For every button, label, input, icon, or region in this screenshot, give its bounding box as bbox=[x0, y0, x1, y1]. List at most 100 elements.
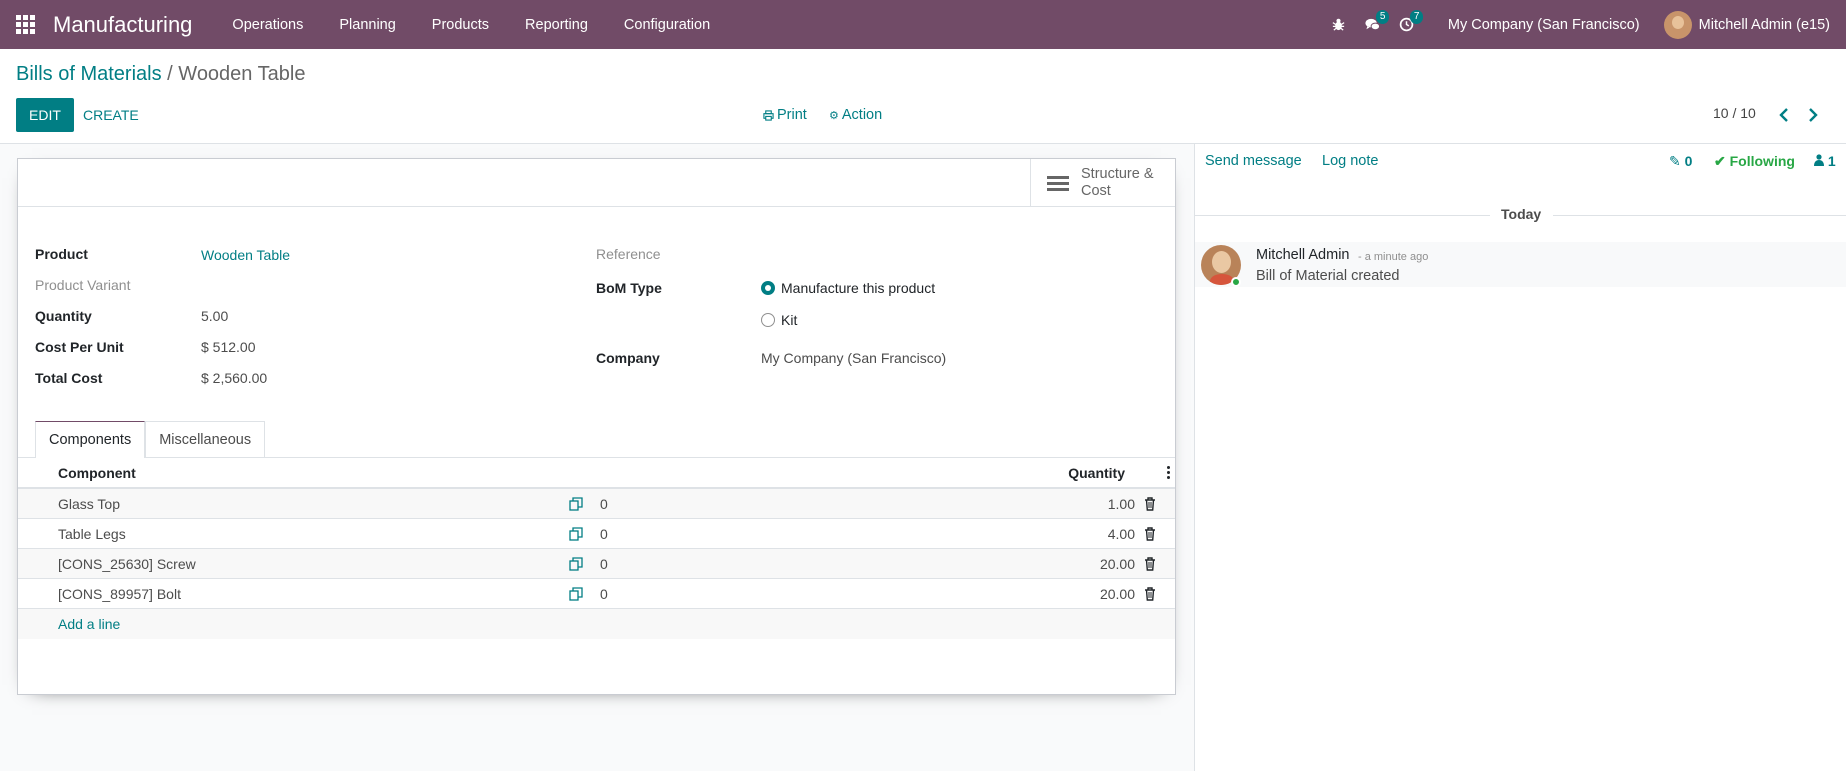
reference-label: Reference bbox=[596, 246, 661, 262]
table-row[interactable]: [CONS_89957] Bolt 0 20.00 bbox=[18, 579, 1175, 609]
trash-icon[interactable] bbox=[1144, 527, 1156, 541]
menu-reporting[interactable]: Reporting bbox=[507, 17, 606, 33]
component-quantity: 1.00 bbox=[1107, 495, 1135, 512]
check-icon: ✔ bbox=[1714, 153, 1726, 169]
chevron-left-icon bbox=[1779, 108, 1788, 122]
date-separator: Today bbox=[1195, 206, 1846, 222]
company-value[interactable]: My Company (San Francisco) bbox=[761, 350, 946, 366]
following-button[interactable]: ✔ Following bbox=[1714, 153, 1795, 170]
chatter: Send message Log note ✎ 0 ✔ Following 1 … bbox=[1194, 144, 1846, 771]
bars-icon bbox=[1047, 173, 1069, 194]
bom-type-manufacture-label[interactable]: Manufacture this product bbox=[781, 280, 935, 296]
column-component[interactable]: Component bbox=[58, 465, 136, 481]
component-operation: 0 bbox=[600, 585, 608, 602]
table-row[interactable]: [CONS_25630] Screw 0 20.00 bbox=[18, 549, 1175, 579]
copy-icon[interactable] bbox=[569, 557, 583, 571]
send-message-button[interactable]: Send message bbox=[1205, 153, 1302, 169]
quantity-label: Quantity bbox=[35, 308, 92, 324]
product-value[interactable]: Wooden Table bbox=[201, 247, 290, 263]
trash-icon[interactable] bbox=[1144, 587, 1156, 601]
cost-per-unit-label: Cost Per Unit bbox=[35, 339, 124, 355]
company-switcher[interactable]: My Company (San Francisco) bbox=[1424, 17, 1664, 33]
component-operation: 0 bbox=[600, 495, 608, 512]
message-body: Bill of Material created bbox=[1256, 268, 1400, 284]
gear-icon: ⚙ bbox=[829, 109, 839, 122]
menu-operations[interactable]: Operations bbox=[214, 17, 321, 33]
following-label: Following bbox=[1729, 153, 1795, 169]
product-label: Product bbox=[35, 246, 88, 262]
table-row[interactable]: Glass Top 0 1.00 bbox=[18, 489, 1175, 519]
messages-badge: 5 bbox=[1375, 10, 1390, 24]
trash-icon[interactable] bbox=[1144, 497, 1156, 511]
apps-menu-icon[interactable] bbox=[0, 0, 50, 49]
component-quantity: 20.00 bbox=[1099, 585, 1135, 602]
button-box: Structure & Cost bbox=[18, 159, 1175, 207]
bom-type-manufacture-radio[interactable] bbox=[761, 281, 775, 295]
activities-badge: 7 bbox=[1409, 10, 1424, 24]
structure-cost-button[interactable]: Structure & Cost bbox=[1030, 159, 1175, 207]
edit-button[interactable]: EDIT bbox=[16, 98, 74, 132]
online-status-icon bbox=[1231, 277, 1241, 287]
tab-miscellaneous[interactable]: Miscellaneous bbox=[145, 421, 266, 458]
table-header: Component Quantity bbox=[18, 458, 1175, 489]
copy-icon[interactable] bbox=[569, 587, 583, 601]
structure-cost-label: Structure & Cost bbox=[1081, 166, 1154, 199]
messages-icon[interactable]: 5 bbox=[1356, 0, 1390, 49]
user-menu[interactable]: Mitchell Admin (e15) bbox=[1663, 10, 1846, 39]
quantity-value: 5.00 bbox=[201, 308, 229, 324]
component-name: [CONS_89957] Bolt bbox=[58, 585, 181, 602]
print-icon bbox=[763, 109, 774, 121]
trash-icon[interactable] bbox=[1144, 557, 1156, 571]
optional-columns-icon[interactable] bbox=[1167, 466, 1171, 481]
component-quantity: 20.00 bbox=[1099, 555, 1135, 572]
component-name: Glass Top bbox=[58, 495, 120, 512]
debug-bug-icon[interactable] bbox=[1322, 0, 1356, 49]
component-name: Table Legs bbox=[58, 525, 126, 542]
app-name[interactable]: Manufacturing bbox=[50, 12, 214, 38]
create-button[interactable]: CREATE bbox=[83, 98, 139, 132]
menu-products[interactable]: Products bbox=[414, 17, 507, 33]
breadcrumb-separator: / bbox=[167, 63, 173, 85]
log-note-button[interactable]: Log note bbox=[1322, 153, 1378, 169]
print-button[interactable]: Print bbox=[763, 98, 807, 132]
print-label: Print bbox=[777, 107, 807, 123]
bom-type-kit-radio[interactable] bbox=[761, 313, 775, 327]
components-table: Component Quantity Glass Top 0 1.00 Tabl… bbox=[18, 458, 1175, 639]
component-name: [CONS_25630] Screw bbox=[58, 555, 196, 572]
attachments-count: 0 bbox=[1684, 153, 1693, 169]
bom-type-kit-label[interactable]: Kit bbox=[781, 312, 797, 328]
total-cost-value: $ 2,560.00 bbox=[201, 370, 268, 386]
tab-components[interactable]: Components bbox=[35, 421, 146, 458]
attachments-button[interactable]: ✎ 0 bbox=[1669, 153, 1692, 170]
activities-clock-icon[interactable]: 7 bbox=[1390, 0, 1424, 49]
chatter-topbar: Send message Log note ✎ 0 ✔ Following 1 bbox=[1195, 144, 1846, 179]
breadcrumb-current: Wooden Table bbox=[178, 63, 306, 85]
copy-icon[interactable] bbox=[569, 497, 583, 511]
action-label: Action bbox=[841, 107, 883, 123]
avatar bbox=[1663, 10, 1692, 39]
user-icon bbox=[1814, 154, 1824, 166]
pager-next-button[interactable] bbox=[1804, 104, 1822, 126]
message-author[interactable]: Mitchell Admin bbox=[1256, 247, 1349, 263]
product-variant-label: Product Variant bbox=[35, 277, 131, 293]
copy-icon[interactable] bbox=[569, 527, 583, 541]
cost-per-unit-value: $ 512.00 bbox=[201, 339, 256, 355]
add-line-row: Add a line bbox=[18, 609, 1175, 639]
breadcrumb-parent[interactable]: Bills of Materials bbox=[16, 63, 162, 85]
action-button[interactable]: ⚙ Action bbox=[829, 98, 882, 132]
menu-configuration[interactable]: Configuration bbox=[606, 17, 728, 33]
component-operation: 0 bbox=[600, 555, 608, 572]
form-sheet: Structure & Cost Product Wooden Table Pr… bbox=[17, 158, 1176, 695]
top-navbar: Manufacturing Operations Planning Produc… bbox=[0, 0, 1846, 49]
table-row[interactable]: Table Legs 0 4.00 bbox=[18, 519, 1175, 549]
followers-count: 1 bbox=[1827, 153, 1836, 169]
breadcrumb: Bills of Materials / Wooden Table bbox=[16, 63, 305, 86]
followers-button[interactable]: 1 bbox=[1814, 153, 1836, 169]
paperclip-icon: ✎ bbox=[1669, 153, 1681, 169]
add-line-link[interactable]: Add a line bbox=[58, 616, 120, 632]
menu-planning[interactable]: Planning bbox=[321, 17, 413, 33]
pager-value[interactable]: 10 / 10 bbox=[1713, 105, 1756, 121]
pager-previous-button[interactable] bbox=[1775, 104, 1793, 126]
column-quantity[interactable]: Quantity bbox=[1068, 465, 1125, 481]
component-operation: 0 bbox=[600, 525, 608, 542]
